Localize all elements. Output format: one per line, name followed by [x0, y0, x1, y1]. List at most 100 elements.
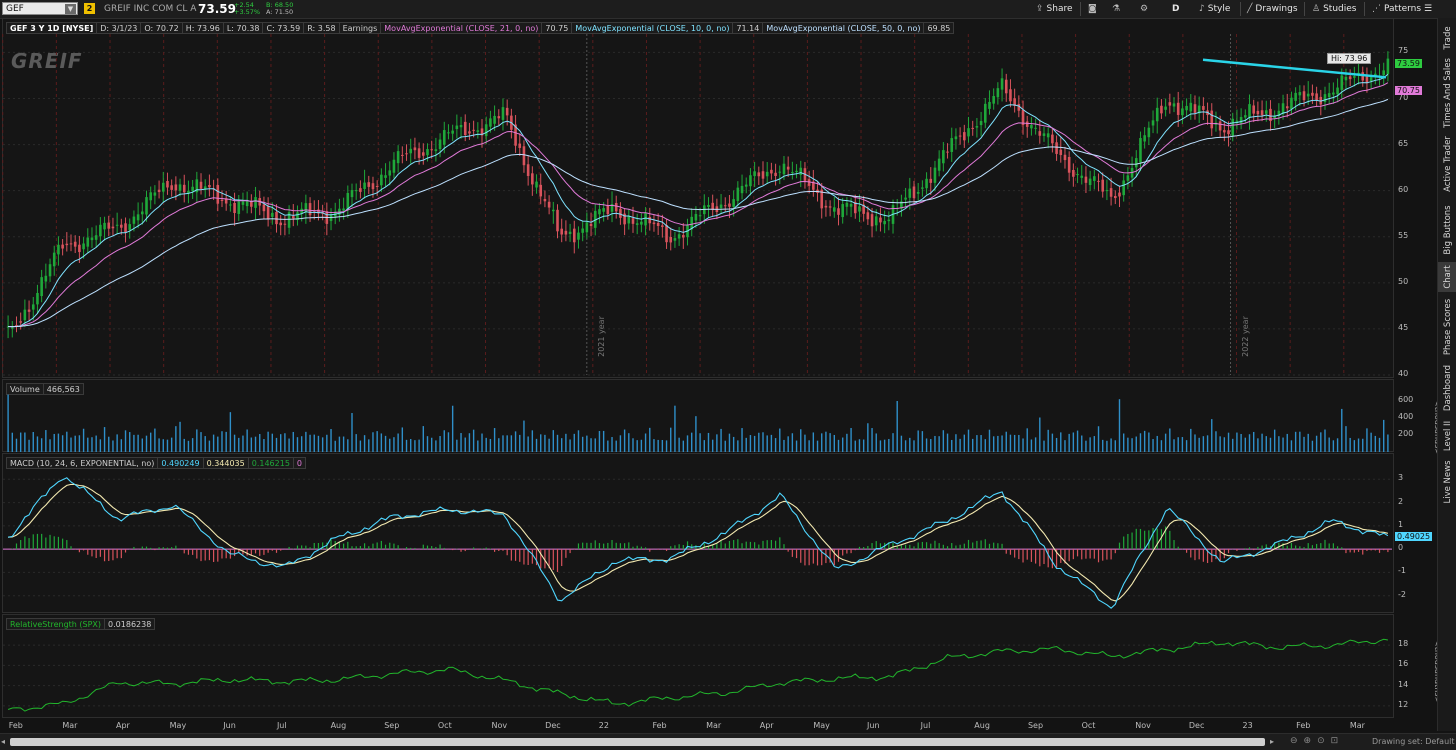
macd-panel[interactable]: MACD (10, 24, 6, EXPONENTIAL, no) 0.4902…	[2, 453, 1394, 613]
tab-live-news[interactable]: Live News	[1438, 458, 1456, 506]
ma50-value: 69.85	[923, 22, 955, 34]
relative-strength-panel[interactable]: RelativeStrength (SPX) 0.0186238	[2, 614, 1394, 718]
price-y-tick: 50	[1398, 276, 1409, 286]
tab-phase-scores[interactable]: Phase Scores	[1438, 296, 1456, 358]
ohlc-date: D: 3/1/23	[96, 22, 142, 34]
volume-y-tick: 200	[1398, 428, 1414, 438]
earnings-label: Earnings	[338, 22, 382, 34]
time-scrollbar[interactable]: ◂ ▸ ⊖⊕⊙⊡ Drawing set: Default	[0, 733, 1456, 750]
symbol-input[interactable]: GEF ▼	[2, 2, 78, 15]
studies-button[interactable]: ♙ Studies	[1312, 0, 1356, 18]
share-icon: ⇪	[1036, 4, 1044, 14]
drawings-button[interactable]: ╱ Drawings	[1247, 0, 1298, 18]
macd-value: 0.490249	[157, 457, 204, 469]
year-marker-label: 2021 year	[596, 316, 606, 357]
rs-y-tick: 18	[1398, 639, 1409, 649]
volume-y-tick: 400	[1398, 411, 1414, 421]
volume-value: 466,563	[42, 383, 84, 395]
camera-icon: ◙	[1088, 4, 1097, 14]
macd-header: MACD (10, 24, 6, EXPONENTIAL, no) 0.4902…	[6, 457, 306, 469]
rs-header: RelativeStrength (SPX) 0.0186238	[6, 618, 156, 630]
pencil-icon: ╱	[1247, 4, 1253, 14]
ohlc-high: H: 73.96	[181, 22, 224, 34]
patterns-button[interactable]: ⋰ Patterns	[1372, 0, 1421, 18]
macd-y-tick: 0	[1398, 543, 1404, 553]
x-axis-month-label: May	[169, 721, 187, 730]
macd-y-tick: -2	[1398, 589, 1406, 599]
price-y-tick: 75	[1398, 46, 1409, 56]
x-axis-month-label: Nov	[491, 721, 508, 730]
frequency-button[interactable]: D	[1172, 0, 1179, 18]
signal-value: 0.344035	[202, 457, 249, 469]
tab-big-buttons[interactable]: Big Buttons	[1438, 202, 1456, 258]
ma21-label: MovAvgExponential (CLOSE, 21, 0, no)	[380, 22, 543, 34]
price-y-tick: 55	[1398, 230, 1409, 240]
macd-y-tick: -1	[1398, 566, 1406, 576]
drawing-set-status: Drawing set: Default	[1372, 737, 1455, 746]
tab-dashboard[interactable]: Dashboard	[1438, 362, 1456, 414]
x-axis-month-label: Sep	[384, 721, 400, 730]
scroll-right-icon[interactable]: ▸	[1270, 737, 1274, 746]
rs-y-tick: 14	[1398, 679, 1409, 689]
scroll-thumb[interactable]	[10, 738, 1265, 746]
flask-button[interactable]: ⚗	[1112, 0, 1123, 18]
percent-change: +3.57%	[234, 8, 261, 16]
price-panel[interactable]: GEF 3 Y 1D [NYSE] D: 3/1/23 O: 70.72 H: …	[2, 18, 1394, 378]
volume-title: Volume	[6, 383, 44, 395]
x-axis-month-label: Sep	[1027, 721, 1044, 730]
tab-active-trader[interactable]: Active Trader	[1438, 132, 1456, 196]
x-axis-month-label: Dec	[545, 721, 561, 730]
ema21-badge: 70.75	[1395, 85, 1422, 95]
x-axis-month-label: Jun	[867, 721, 880, 730]
x-axis-month-label: Feb	[652, 721, 667, 730]
x-axis-month-label: Oct	[1081, 721, 1096, 730]
price-y-tick: 65	[1398, 138, 1409, 148]
scroll-left-icon[interactable]: ◂	[1, 737, 5, 746]
gear-icon: ⚙	[1140, 4, 1149, 14]
x-axis-month-label: May	[813, 721, 830, 730]
style-icon: ♪	[1199, 4, 1205, 14]
snapshot-button[interactable]: ◙	[1088, 0, 1100, 18]
price-y-tick: 40	[1398, 369, 1409, 378]
volume-panel[interactable]: Volume 466,563	[2, 379, 1394, 452]
macd-y-tick: 1	[1398, 519, 1404, 529]
style-button[interactable]: ♪ Style	[1199, 0, 1230, 18]
patterns-icon: ⋰	[1372, 4, 1381, 14]
x-axis-month-label: Apr	[116, 721, 130, 730]
x-axis-month-label: 22	[598, 721, 609, 730]
tab-level-ii[interactable]: Level II	[1438, 418, 1456, 454]
ohlc-open: O: 70.72	[140, 22, 183, 34]
last-price-badge: 73.59	[1395, 59, 1422, 69]
chevron-down-icon[interactable]: ▼	[65, 4, 76, 14]
share-button[interactable]: ⇪ Share	[1036, 0, 1073, 18]
rs-value: 0.0186238	[104, 618, 156, 630]
tab-trade[interactable]: Trade	[1438, 20, 1456, 56]
ohlc-range: R: 3.58	[303, 22, 340, 34]
ohlc-low: L: 70.38	[222, 22, 264, 34]
x-axis-month-label: Feb	[1296, 721, 1311, 730]
right-sidebar: Trade Times And Sales Active Trader Big …	[1437, 18, 1456, 731]
main-toolbar: GEF ▼ 2 GREIF INC COM CL A 73.59 +2.54 +3…	[0, 0, 1456, 19]
menu-icon[interactable]: ☰	[1424, 0, 1432, 18]
company-logo-watermark: GREIF	[11, 49, 83, 73]
rs-title: RelativeStrength (SPX)	[6, 618, 106, 630]
x-axis-month-label: Mar	[62, 721, 78, 730]
studies-icon: ♙	[1312, 4, 1321, 14]
x-axis-month-label: Jul	[920, 721, 931, 730]
macd-badge: 0.49025	[1395, 531, 1433, 541]
zoom-controls[interactable]: ⊖⊕⊙⊡	[1290, 736, 1344, 746]
high-callout: Hi: 73.96	[1327, 53, 1372, 64]
link-group-badge[interactable]: 2	[84, 3, 95, 14]
ma10-value: 71.14	[732, 22, 764, 34]
tab-chart[interactable]: Chart	[1438, 262, 1456, 292]
x-axis-month-label: Jun	[223, 721, 236, 730]
settings-button[interactable]: ⚙	[1140, 0, 1151, 18]
ma50-label: MovAvgExponential (CLOSE, 50, 0, no)	[762, 22, 925, 34]
macd-y-tick: 3	[1398, 473, 1404, 483]
chart-title: GEF 3 Y 1D [NYSE]	[6, 22, 98, 34]
tab-times-and-sales[interactable]: Times And Sales	[1438, 58, 1456, 128]
x-axis-month-label: 23	[1242, 721, 1253, 730]
x-axis-month-label: Aug	[974, 721, 990, 730]
flask-icon: ⚗	[1112, 4, 1121, 14]
macd-y-tick: 2	[1398, 496, 1404, 506]
